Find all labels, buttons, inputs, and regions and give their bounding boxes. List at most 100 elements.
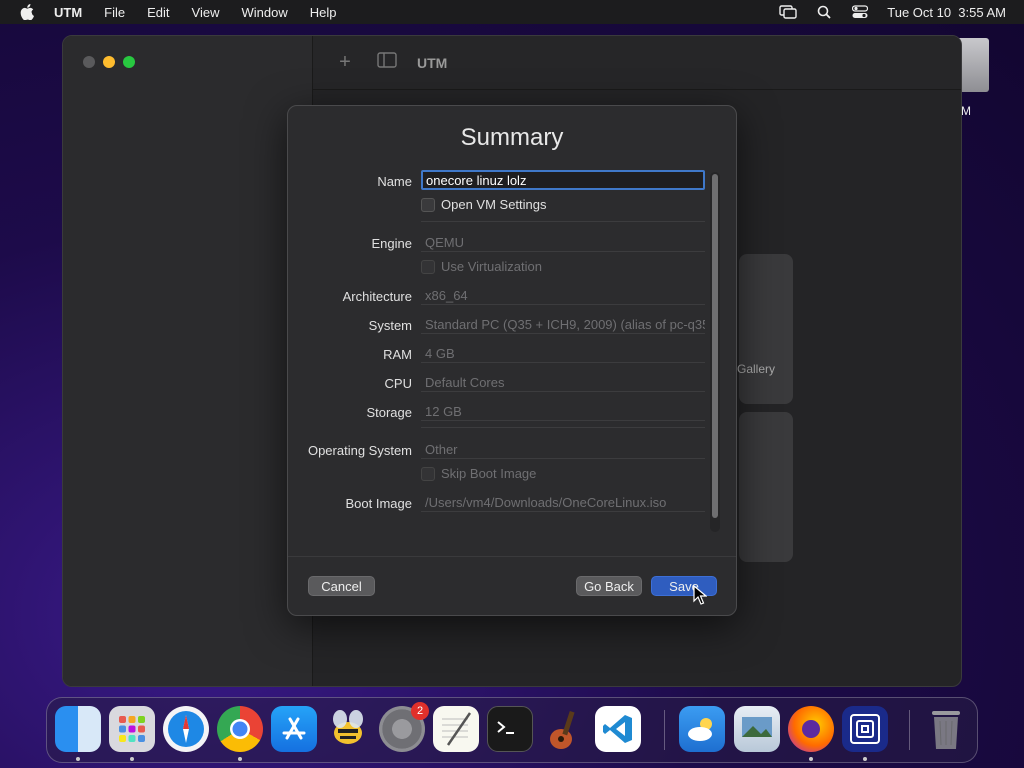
chrome-icon[interactable] (217, 706, 263, 752)
use-virtualization-row: Use Virtualization (288, 259, 708, 281)
scrollbar-thumb[interactable] (712, 174, 718, 518)
footer-divider (288, 556, 736, 557)
open-vm-settings-row: Open VM Settings (288, 197, 708, 219)
skip-boot-image-label: Skip Boot Image (441, 466, 537, 481)
vscode-icon[interactable] (595, 706, 641, 752)
desktop-icon-label: M (961, 104, 971, 118)
bee-app-icon[interactable] (325, 706, 371, 752)
summary-dialog: Summary Name onecore linuz lolz Open VM … (287, 105, 737, 616)
architecture-label: Architecture (342, 289, 412, 304)
safari-icon[interactable] (163, 706, 209, 752)
running-indicator (238, 757, 242, 761)
architecture-field: x86_64 (421, 285, 705, 305)
running-indicator (809, 757, 813, 761)
gallery-card[interactable]: Gallery (737, 254, 793, 404)
cpu-field: Default Cores (421, 372, 705, 392)
launchpad-icon[interactable] (109, 706, 155, 752)
menu-help[interactable]: Help (310, 5, 337, 20)
storage-row: Storage 12 GB (288, 401, 708, 423)
save-button[interactable]: Save (651, 576, 717, 596)
menu-window[interactable]: Window (241, 5, 287, 20)
plus-icon[interactable]: + (335, 51, 355, 74)
ram-label: RAM (383, 347, 412, 362)
divider (421, 427, 705, 428)
notification-badge: 2 (411, 702, 429, 720)
checkbox-box[interactable] (421, 197, 435, 212)
dock-separator (664, 710, 665, 750)
dialog-title: Summary (460, 124, 564, 151)
go-back-button[interactable]: Go Back (576, 576, 642, 596)
zoom-button[interactable] (123, 56, 135, 68)
architecture-row: Architecture x86_64 (288, 285, 708, 307)
checkbox-box (421, 466, 435, 481)
engine-label: Engine (371, 236, 412, 251)
control-center-icon[interactable] (851, 5, 869, 19)
sidebar (63, 36, 313, 686)
use-virtualization-checkbox: Use Virtualization (421, 259, 542, 274)
os-row: Operating System Other (288, 439, 708, 461)
storage-field: 12 GB (421, 401, 705, 421)
terminal-icon[interactable] (487, 706, 533, 752)
running-indicator (863, 757, 867, 761)
cancel-button[interactable]: Cancel (308, 576, 375, 596)
os-label: Operating System (307, 443, 412, 458)
system-row: System Standard PC (Q35 + ICH9, 2009) (a… (288, 314, 708, 336)
menu-edit[interactable]: Edit (147, 5, 169, 20)
checkbox-box (421, 259, 435, 274)
boot-image-row: Boot Image /Users/vm4/Downloads/OneCoreL… (288, 492, 708, 514)
close-button[interactable] (83, 56, 95, 68)
ram-field: 4 GB (421, 343, 705, 363)
system-settings-icon[interactable]: 2 (379, 702, 429, 752)
preview-icon[interactable] (734, 706, 780, 752)
engine-row: Engine QEMU (288, 232, 708, 254)
minimize-button[interactable] (103, 56, 115, 68)
screen-mirroring-icon[interactable] (779, 5, 797, 19)
finder-icon[interactable] (55, 706, 101, 752)
running-indicator (130, 757, 134, 761)
action-card[interactable] (739, 412, 793, 562)
menu-bar: UTM File Edit View Window Help Tue Oct 1… (0, 0, 1024, 24)
boot-image-field: /Users/vm4/Downloads/OneCoreLinux.iso (421, 492, 705, 512)
storage-label: Storage (366, 405, 412, 420)
os-field: Other (421, 439, 705, 459)
dock-separator (909, 710, 910, 750)
cpu-row: CPU Default Cores (288, 372, 708, 394)
engine-field: QEMU (421, 232, 705, 252)
window-controls (83, 56, 135, 68)
menu-file[interactable]: File (104, 5, 125, 20)
weather-icon[interactable] (679, 706, 725, 752)
sidebar-toggle-icon[interactable] (377, 51, 397, 74)
form-scrollbar[interactable] (710, 172, 720, 532)
trash-icon[interactable] (923, 706, 969, 752)
dock: 2 (46, 697, 978, 763)
name-row: Name onecore linuz lolz (288, 170, 708, 192)
textedit-icon[interactable] (433, 706, 479, 752)
summary-form: Name onecore linuz lolz Open VM Settings… (288, 168, 708, 534)
spotlight-search-icon[interactable] (815, 5, 833, 19)
window-title: UTM (417, 54, 448, 71)
gallery-card-label: Gallery (737, 362, 776, 376)
toolbar: + UTM (313, 36, 961, 90)
system-label: System (368, 318, 412, 333)
menu-app-name[interactable]: UTM (54, 5, 82, 20)
open-vm-settings-label: Open VM Settings (441, 197, 547, 212)
use-virtualization-label: Use Virtualization (441, 259, 542, 274)
ram-row: RAM 4 GB (288, 343, 708, 365)
skip-boot-image-checkbox: Skip Boot Image (421, 466, 536, 481)
utm-icon[interactable] (842, 706, 888, 752)
name-input[interactable]: onecore linuz lolz (421, 170, 705, 190)
open-vm-settings-checkbox[interactable]: Open VM Settings (421, 197, 547, 212)
apple-logo-icon[interactable] (20, 4, 34, 20)
mouse-cursor-icon (693, 585, 707, 605)
divider (421, 221, 705, 222)
skip-boot-image-row: Skip Boot Image (288, 466, 708, 488)
menu-clock[interactable]: Tue Oct 10 3:55 AM (887, 5, 1006, 20)
boot-image-label: Boot Image (345, 496, 413, 511)
menu-view[interactable]: View (192, 5, 220, 20)
name-label: Name (377, 174, 412, 189)
running-indicator (76, 757, 80, 761)
firefox-icon[interactable] (788, 706, 834, 752)
app-store-icon[interactable] (271, 706, 317, 752)
cpu-label: CPU (384, 376, 412, 391)
garageband-icon[interactable] (541, 706, 587, 752)
